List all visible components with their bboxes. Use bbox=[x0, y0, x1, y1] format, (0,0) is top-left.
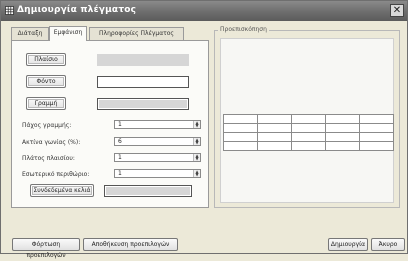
tab-appearance[interactable]: Εμφάνιση bbox=[49, 26, 87, 41]
line-width-value: 1 bbox=[118, 121, 122, 128]
inner-padding-stepper[interactable]: 1 ▲ ▼ bbox=[114, 169, 201, 178]
inner-padding-value: 1 bbox=[118, 170, 122, 177]
corner-radius-value: 6 bbox=[118, 138, 122, 145]
window-title: Δημιουργία πλέγματος bbox=[17, 5, 137, 15]
corner-radius-stepper[interactable]: 6 ▲ ▼ bbox=[114, 137, 201, 146]
frame-width-value: 1 bbox=[118, 154, 122, 161]
frame-width-label: Πλάτος πλαισίου: bbox=[22, 155, 75, 162]
background-button[interactable]: Φόντο bbox=[26, 75, 66, 88]
preview-legend: Προεπισκόπηση bbox=[218, 26, 269, 33]
background-color-swatch[interactable] bbox=[97, 76, 189, 88]
close-icon: ✕ bbox=[392, 5, 402, 16]
grid-icon bbox=[5, 6, 14, 15]
create-grid-dialog: Δημιουργία πλέγματος ✕ Διάταξη Εμφάνιση … bbox=[0, 0, 408, 259]
preview-grid bbox=[223, 114, 394, 151]
save-presets-button[interactable]: Αποθήκευση προεπιλογών bbox=[83, 238, 178, 251]
close-button[interactable]: ✕ bbox=[390, 4, 404, 17]
line-color-swatch[interactable] bbox=[97, 98, 189, 110]
spin-arrows-icon[interactable]: ▲ ▼ bbox=[193, 138, 200, 145]
linked-cells-button[interactable]: Συνδεδεμένα κελιά bbox=[30, 184, 94, 197]
spin-arrows-icon[interactable]: ▲ ▼ bbox=[193, 170, 200, 177]
title-bar[interactable]: Δημιουργία πλέγματος ✕ bbox=[1, 1, 407, 21]
frame-color-swatch[interactable] bbox=[97, 54, 189, 66]
spin-arrows-icon[interactable]: ▲ ▼ bbox=[193, 121, 200, 128]
inner-padding-label: Εσωτερικό περιθώριο: bbox=[22, 171, 90, 178]
corner-radius-label: Ακτίνα γωνίας (%): bbox=[22, 139, 81, 146]
line-width-stepper[interactable]: 1 ▲ ▼ bbox=[114, 120, 201, 129]
load-presets-button[interactable]: Φόρτωση προεπιλογών bbox=[12, 238, 80, 259]
frame-width-stepper[interactable]: 1 ▲ ▼ bbox=[114, 153, 201, 162]
cancel-button[interactable]: Άκυρο bbox=[371, 238, 405, 251]
frame-button[interactable]: Πλαίσιο bbox=[26, 53, 66, 66]
tab-layout[interactable]: Διάταξη bbox=[11, 27, 49, 40]
line-width-label: Πάχος γραμμής: bbox=[22, 122, 72, 129]
line-button[interactable]: Γραμμή bbox=[26, 97, 66, 110]
linked-cells-color-swatch[interactable] bbox=[104, 185, 192, 197]
create-button[interactable]: Δημιουργία bbox=[328, 238, 368, 251]
spin-arrows-icon[interactable]: ▲ ▼ bbox=[193, 154, 200, 161]
tab-grid-info[interactable]: Πληροφορίες Πλέγματος bbox=[89, 27, 184, 40]
